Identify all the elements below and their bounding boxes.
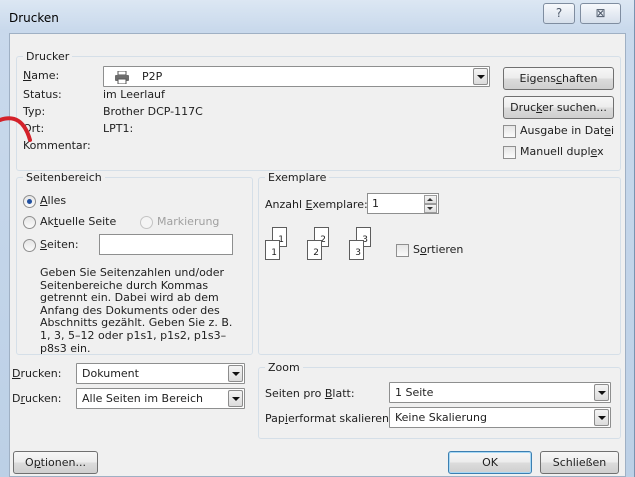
pages-per-sheet-value: 1 Seite (395, 386, 434, 399)
collate-page-front: 2 (307, 240, 322, 260)
all-pages-label: Alles (40, 194, 67, 207)
selection-label: Markierung (157, 215, 220, 228)
page-range-group: Seitenbereich Alles Aktuelle Seite Marki… (16, 171, 253, 355)
pages-label: Seiten: (40, 238, 79, 251)
print-to-file-label: Ausgabe in Datei (520, 124, 615, 137)
pages-per-sheet-label: Seiten pro Blatt: (265, 387, 355, 400)
chevron-down-icon[interactable] (473, 68, 488, 85)
ok-button[interactable]: OK (448, 451, 532, 474)
manual-duplex-label: Manuell duplex (520, 145, 604, 158)
location-value: LPT1: (103, 122, 134, 135)
manual-duplex-checkbox[interactable] (503, 146, 516, 159)
current-page-label: Aktuelle Seite (40, 215, 117, 228)
close-button[interactable]: Schließen (540, 451, 619, 474)
current-page-radio[interactable] (23, 216, 36, 229)
print-what-select[interactable]: Dokument (76, 363, 245, 384)
copies-count-value: 1 (372, 197, 379, 210)
collate-checkbox[interactable] (396, 244, 409, 257)
pages-radio[interactable] (23, 239, 36, 252)
properties-button[interactable]: Eigenschaften (503, 67, 614, 90)
print-scope-value: Alle Seiten im Bereich (82, 392, 203, 405)
chevron-down-icon[interactable] (594, 384, 609, 401)
print-scope-label: Drucken: (12, 392, 62, 405)
printer-icon (114, 70, 130, 87)
window-title: Drucken (9, 11, 59, 25)
pages-input[interactable] (99, 234, 233, 255)
help-icon[interactable]: ? (543, 3, 575, 24)
printer-group: Drucker Name: P2P Status: im Leerlauf Ty… (16, 50, 621, 171)
print-what-label: Drucken: (12, 367, 62, 380)
print-what-value: Dokument (82, 367, 139, 380)
scale-select[interactable]: Keine Skalierung (389, 407, 611, 428)
type-value: Brother DCP-117C (103, 105, 203, 118)
annotation-arc (0, 116, 32, 142)
collate-illustration: 1 1 2 2 3 3 (265, 227, 375, 275)
scale-label: Papierformat skalieren: (265, 412, 393, 425)
copies-count-label: Anzahl Exemplare: (265, 198, 368, 211)
scale-value: Keine Skalierung (395, 411, 487, 424)
zoom-group-label: Zoom (265, 361, 303, 374)
printer-name-label: Name: (23, 69, 60, 82)
find-printer-button[interactable]: Drucker suchen... (503, 96, 614, 119)
title-bar[interactable]: Drucken ? ⊠ (0, 0, 635, 34)
collate-page-front: 3 (349, 240, 364, 260)
copies-count-spinner[interactable]: 1 (367, 193, 439, 214)
spin-down-icon[interactable] (424, 204, 437, 213)
zoom-group: Zoom Seiten pro Blatt: 1 Seite Papierfor… (258, 361, 621, 439)
spin-up-icon[interactable] (424, 195, 437, 204)
chevron-down-icon[interactable] (228, 390, 243, 407)
printer-name-value: P2P (142, 70, 163, 83)
print-to-file-checkbox[interactable] (503, 125, 516, 138)
print-scope-select[interactable]: Alle Seiten im Bereich (76, 388, 245, 409)
printer-group-label: Drucker (23, 50, 73, 63)
chevron-down-icon[interactable] (228, 365, 243, 382)
copies-group-label: Exemplare (265, 171, 330, 184)
close-icon[interactable]: ⊠ (580, 3, 621, 24)
page-range-group-label: Seitenbereich (23, 171, 105, 184)
collate-page-front: 1 (265, 240, 280, 260)
all-pages-radio[interactable] (23, 195, 36, 208)
dialog-body: Drucker Name: P2P Status: im Leerlauf Ty… (9, 33, 626, 477)
collate-label: Sortieren (413, 243, 464, 256)
page-range-help-text: Geben Sie Seitenzahlen und/oder Seitenbe… (40, 266, 233, 355)
selection-radio (140, 216, 153, 229)
copies-group: Exemplare Anzahl Exemplare: 1 1 1 2 2 3 … (258, 171, 621, 355)
print-dialog-window: Drucken ? ⊠ Drucker Name: P2P Status: im… (0, 0, 635, 477)
printer-name-select[interactable]: P2P (103, 66, 490, 87)
options-button[interactable]: Optionen... (13, 451, 98, 474)
pages-per-sheet-select[interactable]: 1 Seite (389, 382, 611, 403)
status-value: im Leerlauf (103, 88, 165, 101)
chevron-down-icon[interactable] (594, 409, 609, 426)
